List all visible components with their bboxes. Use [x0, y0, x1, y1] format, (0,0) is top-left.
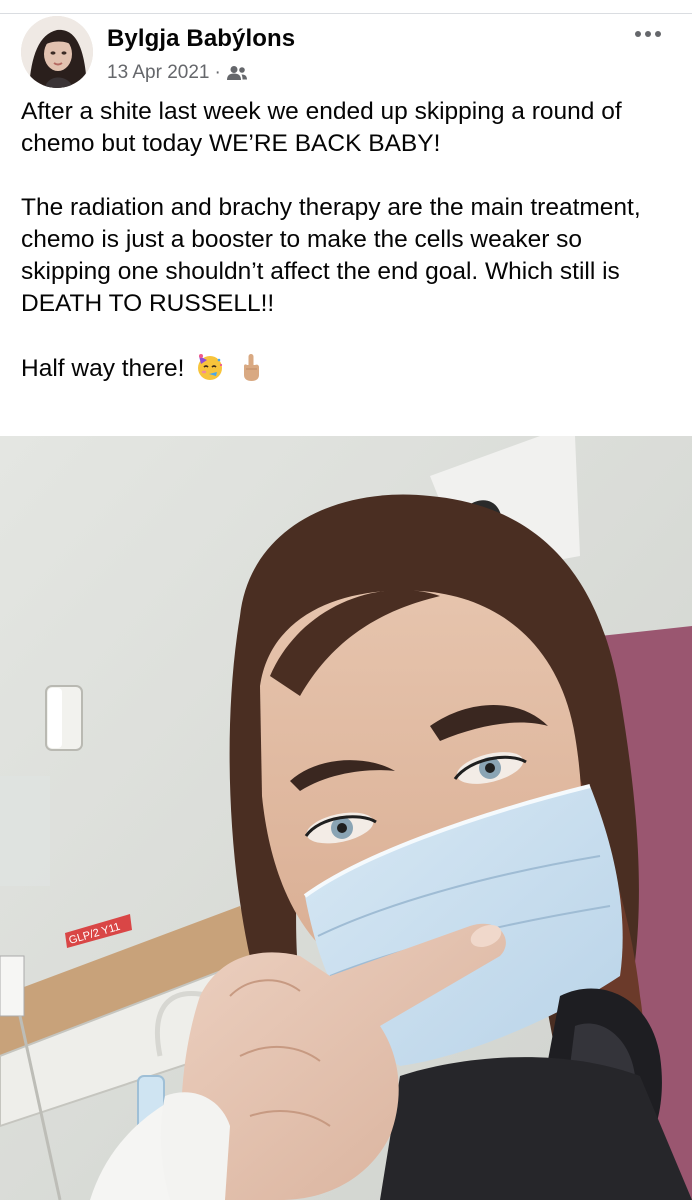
more-options-button[interactable] — [628, 22, 668, 46]
middle-finger-emoji — [236, 352, 266, 382]
post-photo[interactable]: GLP/2 Y11 — [0, 436, 692, 1200]
meta-separator: · — [214, 62, 221, 83]
post-text: After a shite last week we ended up skip… — [21, 96, 671, 385]
author-avatar[interactable] — [21, 16, 93, 88]
author-name[interactable]: Bylgja Babýlons — [107, 25, 295, 53]
post-header: Bylgja Babýlons 13 Apr 2021 · — [0, 14, 692, 92]
post-paragraph: After a shite last week we ended up skip… — [21, 98, 622, 157]
post-paragraph: The radiation and brachy therapy are the… — [21, 194, 641, 317]
partying-face-emoji — [195, 352, 225, 382]
post-date[interactable]: 13 Apr 2021 — [107, 62, 209, 84]
more-horizontal-icon — [635, 31, 641, 37]
post-paragraph-last: Half way there! — [21, 352, 671, 385]
friends-icon[interactable] — [226, 65, 248, 81]
post-meta: 13 Apr 2021 · — [107, 62, 248, 84]
top-divider — [0, 0, 692, 14]
